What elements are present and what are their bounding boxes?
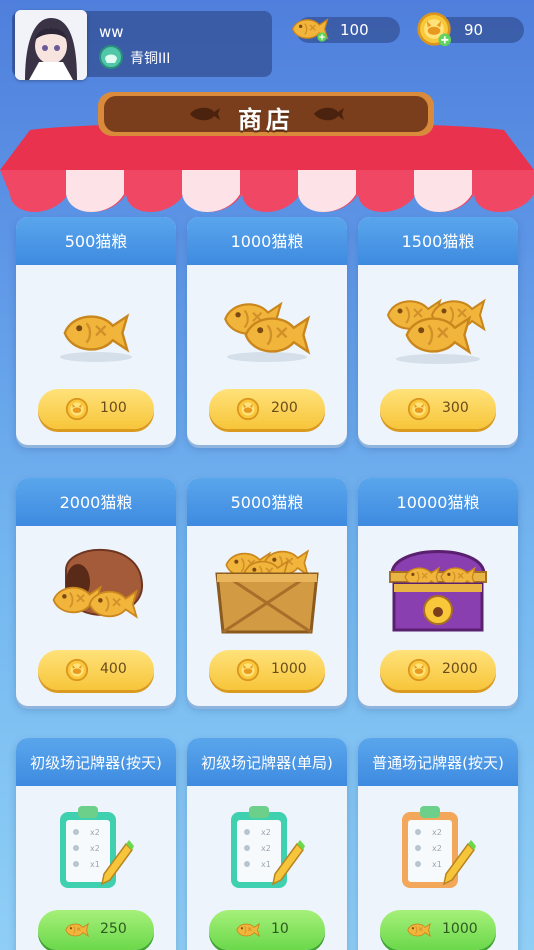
- buy-button[interactable]: 250: [38, 910, 154, 950]
- item-title: 初级场记牌器(单局): [187, 738, 347, 786]
- buy-button[interactable]: 10: [209, 910, 325, 950]
- fish-bag-icon: [52, 548, 144, 618]
- fish-food-icon: [235, 918, 261, 942]
- price-value: 200: [271, 400, 298, 416]
- green-clipboard-icon: [59, 805, 135, 889]
- buy-button[interactable]: 2000: [380, 650, 496, 690]
- shop-item-card[interactable]: 1000猫粮 200: [187, 217, 347, 445]
- buy-button[interactable]: 1000: [209, 650, 325, 690]
- shop-item-card[interactable]: 普通场记牌器(按天) 1000: [358, 738, 518, 950]
- price-value: 10: [271, 921, 289, 937]
- cat-coin-icon: [235, 397, 261, 421]
- shop-item-card[interactable]: 1500猫粮 300: [358, 217, 518, 445]
- price-value: 100: [100, 400, 127, 416]
- rank-label: 青铜III: [130, 51, 171, 67]
- shop-item-card[interactable]: 5000猫粮 1000: [187, 478, 347, 706]
- cat-coin-icon: [64, 397, 90, 421]
- price-value: 2000: [442, 661, 478, 677]
- profile-panel[interactable]: ww 青铜III: [12, 10, 272, 80]
- two-fish-icon: [224, 302, 310, 362]
- green-clipboard-icon: [230, 805, 306, 889]
- shop-item-card[interactable]: 10000猫粮 2000: [358, 478, 518, 706]
- single-fish-icon: [60, 315, 132, 362]
- avatar[interactable]: [15, 10, 87, 80]
- cat-coin-value: 90: [464, 21, 484, 39]
- shop-item-card[interactable]: 初级场记牌器(按天) 250: [16, 738, 176, 950]
- buy-button[interactable]: 1000: [380, 910, 496, 950]
- shop-item-card[interactable]: 500猫粮 100: [16, 217, 176, 445]
- cat-coin-balance[interactable]: 90: [420, 17, 524, 47]
- shop-item-card[interactable]: 初级场记牌器(单局) 10: [187, 738, 347, 950]
- cat-coin-icon: [235, 658, 261, 682]
- cat-coin-icon: [414, 11, 454, 47]
- item-title: 普通场记牌器(按天): [358, 738, 518, 786]
- price-value: 250: [100, 921, 127, 937]
- item-title: 1000猫粮: [187, 217, 347, 265]
- player-name: ww: [99, 23, 124, 41]
- buy-button[interactable]: 400: [38, 650, 154, 690]
- item-title: 10000猫粮: [358, 478, 518, 526]
- item-title: 初级场记牌器(按天): [16, 738, 176, 786]
- fish-food-icon: [406, 918, 432, 942]
- buy-button[interactable]: 100: [38, 389, 154, 429]
- fish-food-icon: [290, 11, 330, 47]
- fish-food-value: 100: [340, 21, 369, 39]
- cat-coin-icon: [64, 658, 90, 682]
- buy-button[interactable]: 200: [209, 389, 325, 429]
- price-value: 1000: [271, 661, 307, 677]
- item-title: 2000猫粮: [16, 478, 176, 526]
- shop-title: 商店: [238, 106, 294, 134]
- fish-food-balance[interactable]: 100: [296, 17, 400, 43]
- shop-item-card[interactable]: 2000猫粮 400: [16, 478, 176, 706]
- item-title: 500猫粮: [16, 217, 176, 265]
- price-value: 1000: [442, 921, 478, 937]
- cat-coin-icon: [406, 397, 432, 421]
- rank-badge-icon: [99, 45, 123, 69]
- orange-clipboard-icon: [401, 805, 477, 889]
- price-value: 400: [100, 661, 127, 677]
- fish-food-icon: [64, 918, 90, 942]
- treasure-chest-icon: [389, 550, 487, 632]
- cat-coin-icon: [406, 658, 432, 682]
- three-fish-icon: [387, 300, 485, 364]
- item-title: 5000猫粮: [187, 478, 347, 526]
- fish-crate-icon: [215, 550, 319, 634]
- price-value: 300: [442, 400, 469, 416]
- buy-button[interactable]: 300: [380, 389, 496, 429]
- item-title: 1500猫粮: [358, 217, 518, 265]
